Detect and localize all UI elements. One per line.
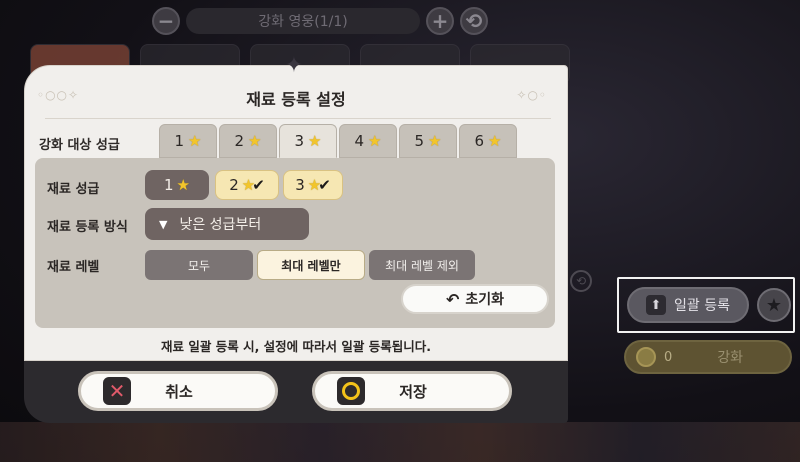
refresh-button[interactable]: ⟲: [460, 7, 488, 35]
decrease-button[interactable]: −: [152, 7, 180, 35]
checkmark-icon: ✔: [318, 176, 331, 194]
material-grade-3-toggle[interactable]: 3 ★ ✔: [283, 170, 343, 200]
tab-grade-1[interactable]: 1 ★: [159, 124, 217, 158]
enhance-cost: 0: [664, 349, 673, 365]
level-option-max-only[interactable]: 최대 레벨만: [257, 250, 365, 280]
register-method-value: 낮은 성급부터: [179, 217, 262, 233]
tab-grade-4[interactable]: 4 ★: [339, 124, 397, 158]
star-check-icon: ★: [765, 294, 783, 316]
star-icon: ★: [308, 132, 322, 150]
reset-icon: ↶: [445, 289, 460, 309]
upload-icon: ⬆: [646, 295, 666, 315]
grade-number: 1: [164, 176, 174, 194]
grade-number: 1: [174, 132, 185, 150]
triangle-down-icon: ▼: [159, 217, 168, 231]
diamond-ornament-icon: ✦: [284, 53, 304, 78]
grade-number: 6: [474, 132, 485, 150]
coin-icon: [636, 347, 656, 367]
register-method-label: 재료 등록 방식: [47, 220, 128, 235]
dialog-footer: ✕ 취소 저장: [24, 361, 568, 423]
material-grade-1-toggle[interactable]: 1 ★: [145, 170, 209, 200]
auto-settings-button[interactable]: ★: [757, 288, 791, 322]
material-register-settings-dialog: ◦○○✧ 재료 등록 설정 ✧○◦ 강화 대상 성급 1 ★ 2 ★ 3 ★ 4 ★ 5…: [24, 53, 568, 423]
level-option-all[interactable]: 모두: [145, 250, 253, 280]
bulk-register-highlight: ⬆ 일괄 등록 ★: [617, 277, 795, 333]
reset-button[interactable]: ↶ 초기화: [401, 284, 549, 314]
cancel-button[interactable]: ✕ 취소: [78, 371, 278, 411]
star-icon: ★: [176, 176, 190, 194]
bulk-register-label: 일괄 등록: [674, 298, 730, 314]
save-label: 저장: [399, 382, 427, 401]
star-icon: ★: [368, 132, 382, 150]
material-grade-label: 재료 성급: [47, 182, 100, 197]
material-grade-2-toggle[interactable]: 2 ★ ✔: [215, 170, 279, 200]
notice-text: 재료 일괄 등록 시, 설정에 따라서 일괄 등록됩니다.: [161, 339, 431, 354]
grade-number: 3: [294, 132, 305, 150]
grade-number: 2: [229, 176, 239, 194]
enhance-hero-count-bar: − 강화 영웅(1/1) + ⟲: [152, 6, 488, 36]
tab-grade-2[interactable]: 2 ★: [219, 124, 277, 158]
close-icon: ✕: [103, 377, 131, 405]
target-grade-label: 강화 대상 성급: [39, 138, 120, 153]
grade-number: 4: [354, 132, 365, 150]
material-level-label: 재료 레벨: [47, 260, 100, 275]
grade-number: 3: [295, 176, 305, 194]
enhance-label: 강화: [717, 350, 744, 366]
cancel-label: 취소: [165, 382, 193, 401]
tab-grade-5[interactable]: 5 ★: [399, 124, 457, 158]
enhance-button[interactable]: 0 강화: [624, 340, 792, 374]
target-grade-tabs: 1 ★ 2 ★ 3 ★ 4 ★ 5 ★ 6 ★: [159, 124, 517, 158]
star-icon: ★: [428, 132, 442, 150]
tab-grade-6[interactable]: 6 ★: [459, 124, 517, 158]
reset-label: 초기화: [465, 292, 505, 308]
increase-button[interactable]: +: [426, 7, 454, 35]
hero-inventory-strip: [0, 422, 800, 462]
grade-number: 2: [234, 132, 245, 150]
enhance-hero-count: 강화 영웅(1/1): [186, 8, 420, 34]
star-icon: ★: [188, 132, 202, 150]
bulk-register-button[interactable]: ⬆ 일괄 등록: [627, 287, 749, 323]
dialog-body: ◦○○✧ 재료 등록 설정 ✧○◦ 강화 대상 성급 1 ★ 2 ★ 3 ★ 4 ★ 5…: [24, 65, 568, 361]
checkmark-icon: ✔: [252, 176, 265, 194]
save-button[interactable]: 저장: [312, 371, 512, 411]
reset-circle-icon[interactable]: ⟲: [570, 270, 592, 292]
star-icon: ★: [248, 132, 262, 150]
settings-panel: 재료 성급 1 ★ 2 ★ ✔ 3 ★ ✔ 재료 등록 방식 ▼ 낮은 성급부터 재료 레…: [35, 158, 555, 328]
star-icon: ★: [488, 132, 502, 150]
level-option-exclude-max[interactable]: 최대 레벨 제외: [369, 250, 475, 280]
title-divider: [45, 118, 551, 119]
confirm-circle-icon: [337, 377, 365, 405]
ornament-icon: ✧○◦: [516, 88, 547, 102]
tab-grade-3[interactable]: 3 ★: [279, 124, 337, 158]
register-method-dropdown[interactable]: ▼ 낮은 성급부터: [145, 208, 309, 240]
grade-number: 5: [414, 132, 425, 150]
dialog-title: 재료 등록 설정: [246, 90, 346, 109]
